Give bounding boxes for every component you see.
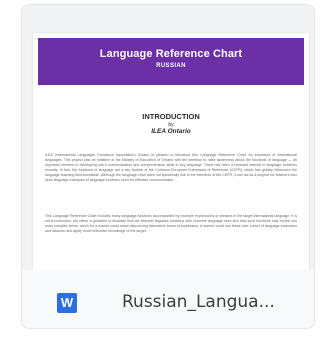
- document-banner: Language Reference Chart RUSSIAN: [38, 38, 304, 85]
- document-preview-page: Language Reference Chart RUSSIAN INTRODU…: [33, 33, 309, 270]
- document-banner-subtitle: RUSSIAN: [156, 63, 186, 69]
- file-thumbnail[interactable]: Language Reference Chart RUSSIAN INTRODU…: [22, 5, 314, 270]
- document-paragraph: ILEA (International Languages Educators'…: [45, 153, 297, 183]
- file-name[interactable]: Russian_Langua...: [122, 292, 302, 312]
- file-card[interactable]: Language Reference Chart RUSSIAN INTRODU…: [21, 4, 315, 329]
- word-document-icon: W: [57, 293, 77, 313]
- document-banner-title: Language Reference Chart: [99, 48, 243, 60]
- document-paragraph: This Language Reference Chart includes m…: [45, 214, 297, 234]
- document-heading: INTRODUCTION: [142, 112, 200, 121]
- page: Language Reference Chart RUSSIAN INTRODU…: [0, 0, 326, 337]
- file-card-footer[interactable]: W Russian_Langua...: [22, 270, 314, 328]
- document-heading-block: INTRODUCTION by ILEA Ontario: [33, 112, 309, 135]
- document-heading-org: ILEA Ontario: [151, 128, 191, 135]
